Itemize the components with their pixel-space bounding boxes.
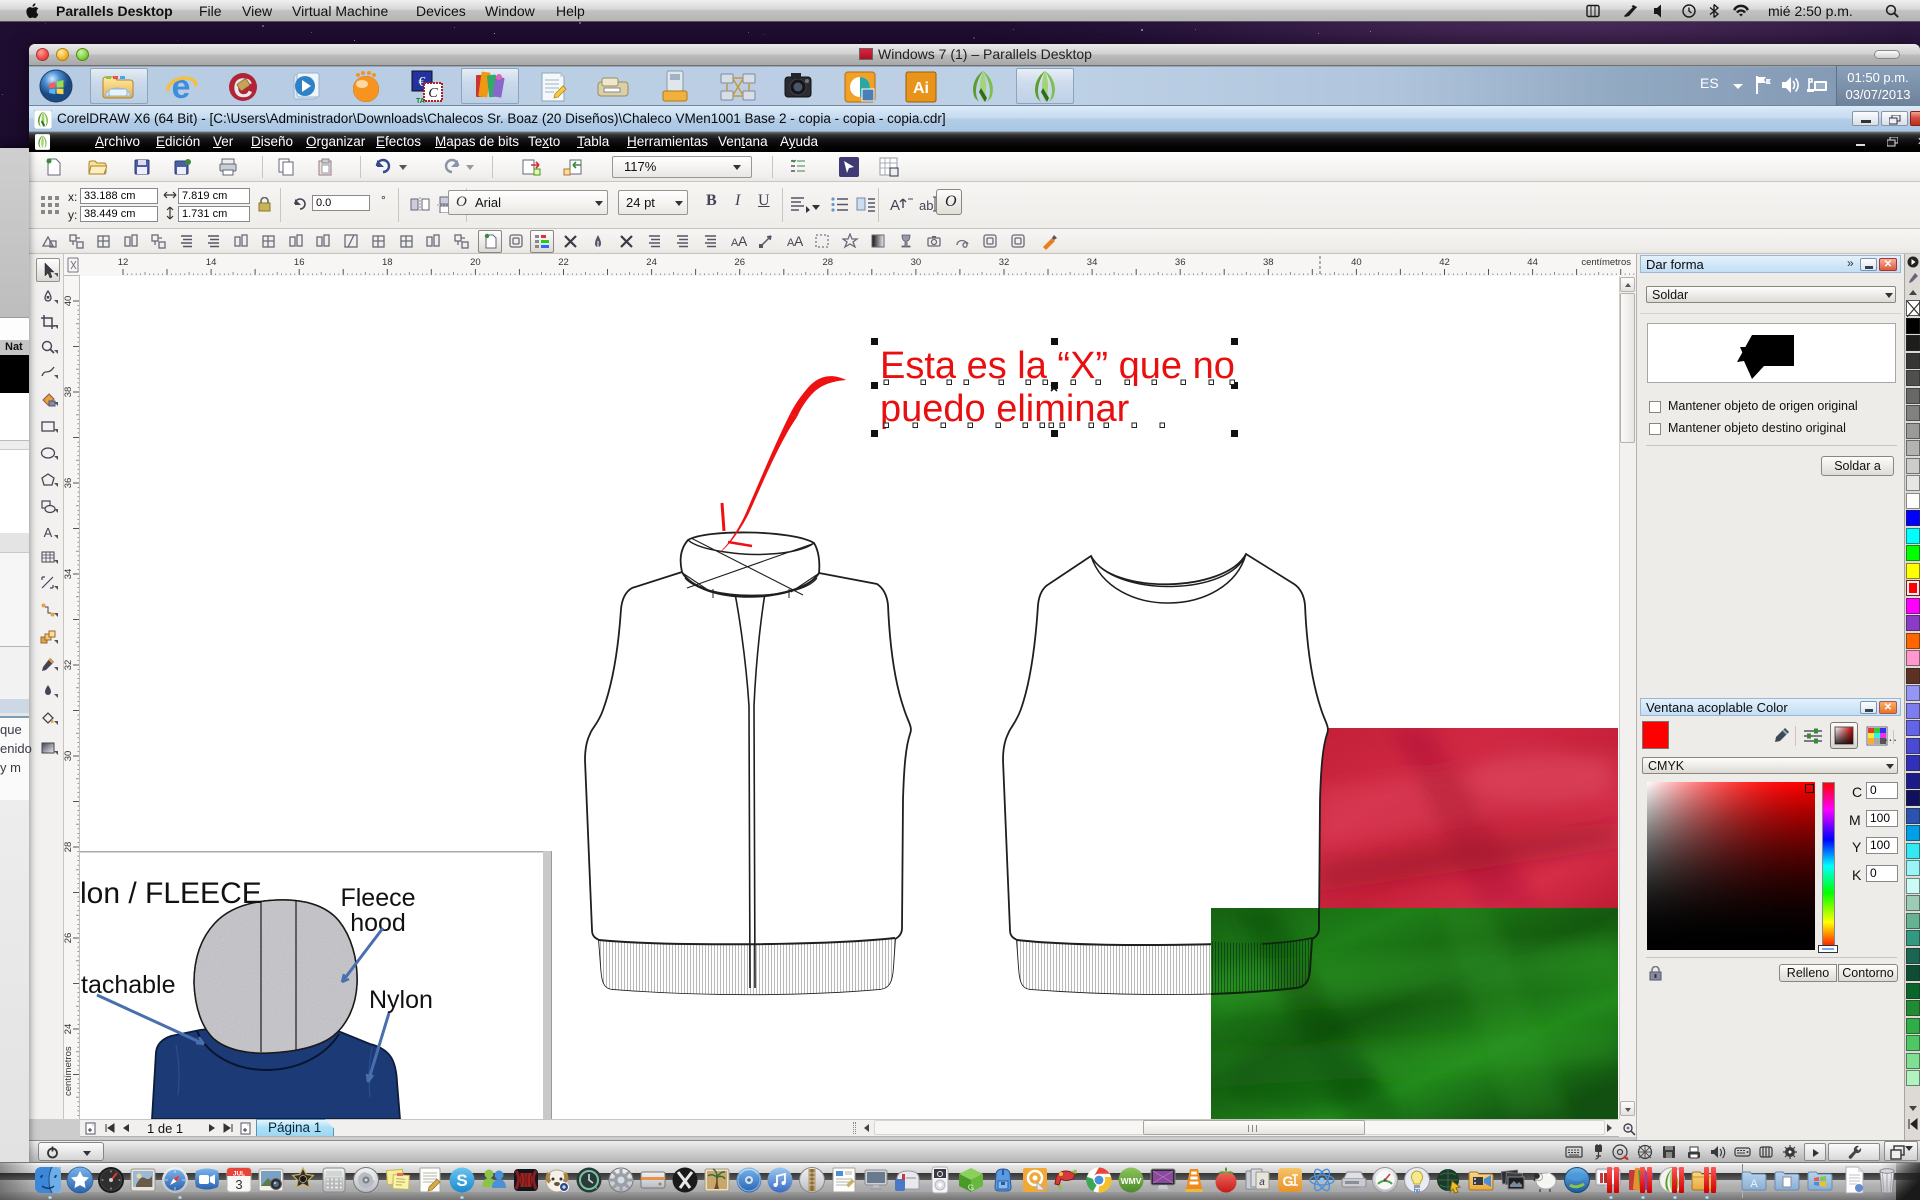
- svg-text:22: 22: [558, 257, 569, 268]
- svg-text:44: 44: [1527, 257, 1538, 268]
- svg-text:TA: TA: [416, 98, 425, 105]
- svg-text:A: A: [44, 525, 53, 540]
- svg-text:28: 28: [64, 842, 74, 853]
- svg-text:e: e: [172, 68, 191, 106]
- svg-text:42: 42: [1439, 257, 1450, 268]
- svg-text:a: a: [1259, 1177, 1265, 1188]
- svg-text:40: 40: [1351, 257, 1362, 268]
- svg-text:A: A: [794, 233, 803, 249]
- svg-text:32: 32: [64, 660, 74, 671]
- svg-text:centímetros: centímetros: [64, 1046, 74, 1096]
- svg-text:Fleece: Fleece: [340, 884, 415, 912]
- svg-text:36: 36: [1175, 257, 1186, 268]
- svg-text:12: 12: [118, 257, 129, 268]
- svg-text:14: 14: [206, 257, 217, 268]
- svg-text:38: 38: [64, 387, 74, 398]
- svg-text:30: 30: [64, 751, 74, 762]
- svg-text:ab: ab: [919, 198, 933, 213]
- svg-text:WMV: WMV: [1121, 1176, 1142, 1186]
- svg-text:36: 36: [64, 478, 74, 489]
- svg-text:18: 18: [382, 257, 393, 268]
- svg-text:A: A: [1750, 1178, 1758, 1190]
- svg-text:hp: hp: [1414, 1188, 1420, 1194]
- svg-text:A: A: [890, 197, 900, 214]
- svg-text:34: 34: [1087, 257, 1098, 268]
- svg-text:40: 40: [64, 296, 74, 307]
- svg-text:38: 38: [1263, 257, 1274, 268]
- svg-text:lon / FLEECE: lon / FLEECE: [80, 877, 262, 910]
- svg-text:26: 26: [64, 933, 74, 944]
- svg-text:Ai: Ai: [913, 80, 929, 97]
- svg-text:Nylon: Nylon: [369, 986, 433, 1014]
- svg-text:26: 26: [734, 257, 745, 268]
- svg-text:G: G: [968, 1183, 974, 1193]
- svg-text:G: G: [1283, 1173, 1294, 1189]
- svg-text:30: 30: [911, 257, 922, 268]
- svg-text:16: 16: [294, 257, 305, 268]
- svg-text:20: 20: [470, 257, 481, 268]
- svg-text:24: 24: [64, 1024, 74, 1035]
- svg-text:32: 32: [999, 257, 1010, 268]
- svg-text:28: 28: [823, 257, 834, 268]
- svg-text:A: A: [738, 233, 747, 249]
- svg-text:24: 24: [646, 257, 657, 268]
- svg-text:3: 3: [235, 1177, 242, 1192]
- svg-text:tachable: tachable: [81, 971, 176, 999]
- svg-text:S: S: [456, 1171, 467, 1190]
- svg-text:C: C: [428, 86, 438, 101]
- svg-text:34: 34: [64, 569, 74, 580]
- svg-text:centímetros: centímetros: [1581, 257, 1631, 268]
